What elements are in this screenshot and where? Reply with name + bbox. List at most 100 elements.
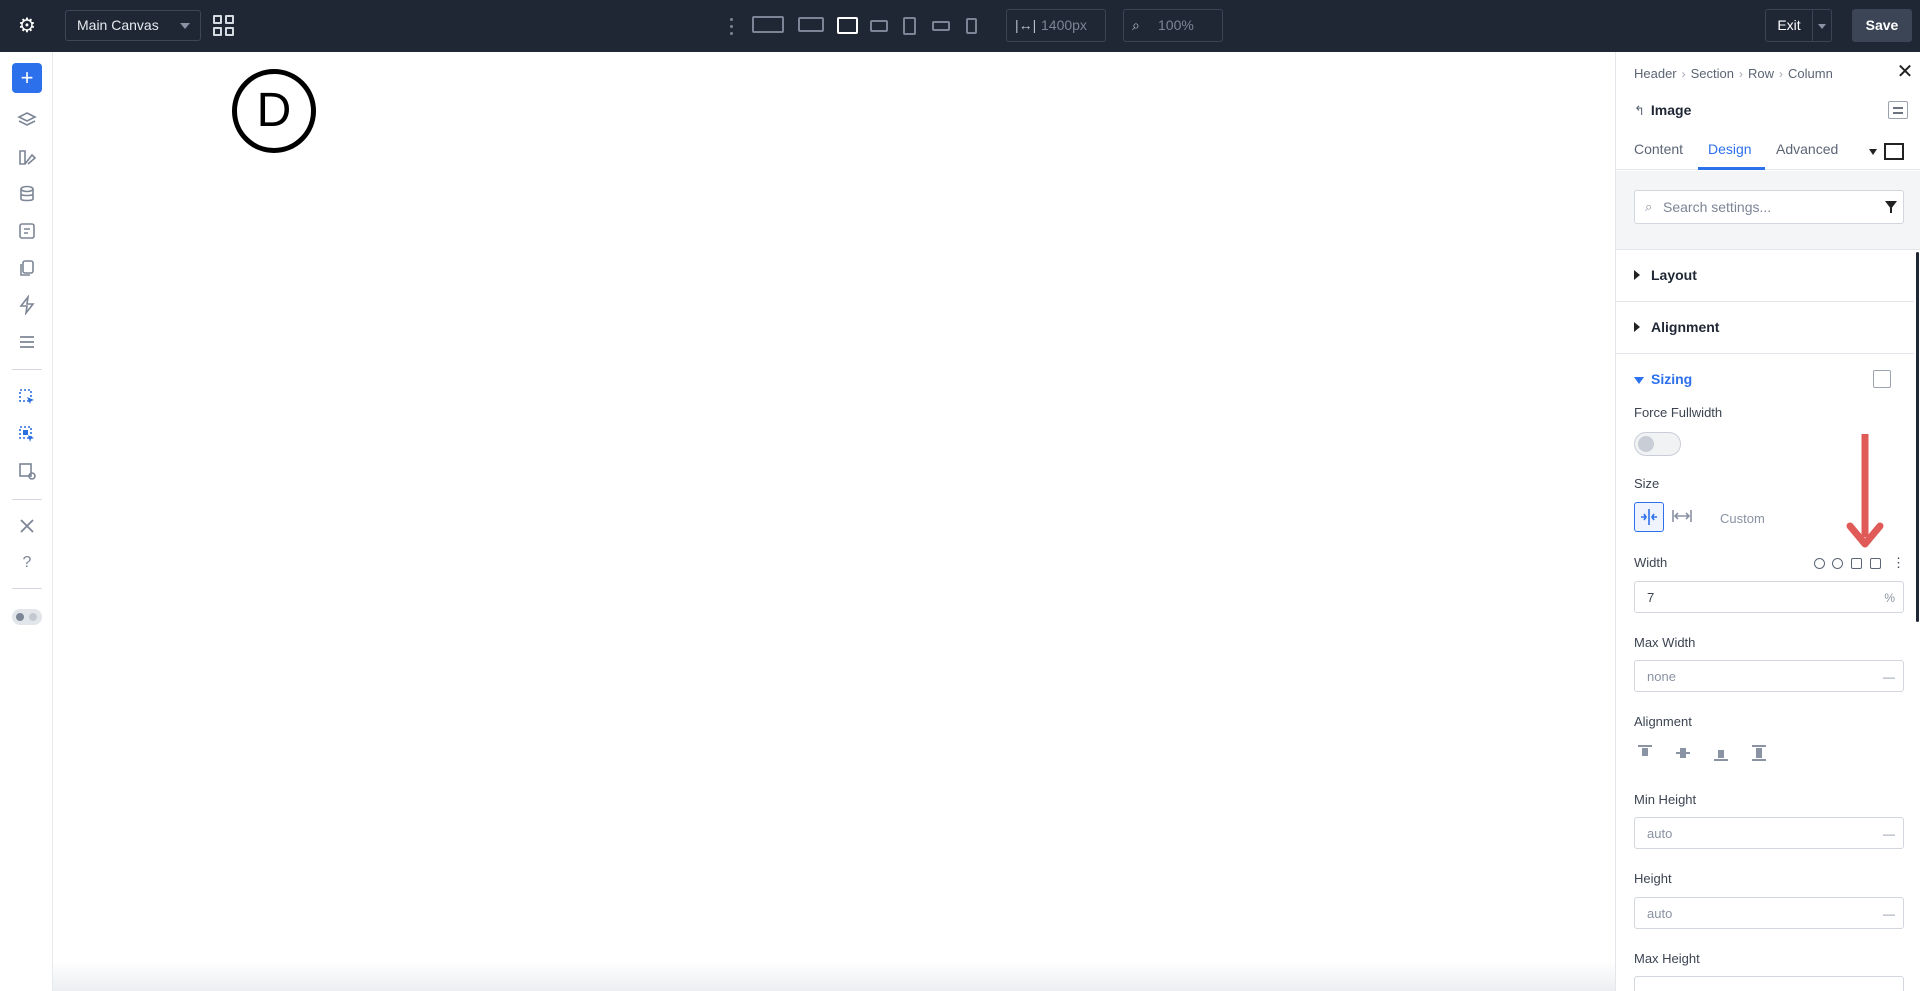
more-vertical-icon[interactable]	[728, 16, 734, 36]
main-canvas[interactable]	[53, 52, 1615, 991]
dynamic-content-icon[interactable]	[1870, 558, 1881, 569]
align-top-icon[interactable]	[1636, 744, 1654, 762]
breadcrumb-item[interactable]: Section	[1691, 66, 1734, 81]
max-width-value: none	[1647, 669, 1676, 684]
toggle-knob	[1638, 436, 1654, 452]
reset-icon[interactable]	[1814, 558, 1825, 569]
list-settings-icon[interactable]	[12, 327, 42, 357]
align-bottom-icon[interactable]	[1712, 744, 1730, 762]
max-width-input[interactable]: none —	[1634, 660, 1904, 692]
chevron-down-icon	[180, 23, 190, 29]
size-custom-option[interactable]: Custom	[1720, 511, 1765, 526]
sidebar-divider	[12, 369, 42, 370]
module-title-label: Image	[1650, 102, 1692, 118]
active-tab-indicator	[1698, 167, 1765, 170]
canvas-selector-dropdown[interactable]: Main Canvas	[65, 10, 201, 41]
group-sizing[interactable]: Sizing	[1616, 354, 1914, 406]
breadcrumb-item[interactable]: Column	[1788, 66, 1833, 81]
height-unit[interactable]: —	[1883, 907, 1895, 921]
breadcrumb-item[interactable]: Row	[1748, 66, 1774, 81]
settings-gear-icon[interactable]: ⚙	[15, 14, 39, 38]
select-element-icon[interactable]	[12, 382, 42, 412]
group-alignment[interactable]: Alignment	[1616, 302, 1914, 354]
desktop-view-icon[interactable]	[798, 15, 824, 37]
search-input[interactable]	[1663, 197, 1863, 217]
min-height-unit[interactable]: —	[1883, 827, 1895, 841]
size-stretch-icon[interactable]	[1668, 502, 1698, 532]
tab-advanced[interactable]: Advanced	[1776, 141, 1838, 157]
align-stretch-icon[interactable]	[1750, 744, 1768, 762]
group-layout[interactable]: Layout	[1616, 250, 1914, 302]
lightning-icon[interactable]	[12, 290, 42, 320]
logo-letter: D	[256, 84, 292, 137]
filter-icon[interactable]	[1885, 201, 1897, 213]
min-height-label: Min Height	[1634, 792, 1697, 807]
canvas-bottom-shadow	[53, 961, 1615, 991]
group-alignment-label: Alignment	[1651, 319, 1720, 335]
layout-grid-icon[interactable]	[213, 15, 235, 37]
tablet-portrait-view-icon[interactable]	[903, 15, 916, 37]
back-arrow-icon[interactable]: ↰	[1634, 103, 1645, 118]
database-icon[interactable]	[12, 179, 42, 209]
align-center-icon[interactable]	[1674, 744, 1692, 762]
exit-options-dropdown[interactable]	[1812, 9, 1832, 42]
panel-options-icon[interactable]	[1888, 101, 1908, 119]
module-title: ↰ Image	[1634, 102, 1691, 119]
phone-portrait-view-icon[interactable]	[966, 15, 977, 37]
tab-content[interactable]: Content	[1634, 141, 1683, 157]
desktop-xl-view-icon[interactable]	[752, 15, 784, 37]
save-button[interactable]: Save	[1852, 9, 1912, 42]
chevron-down-icon	[1818, 24, 1826, 29]
search-icon: ⌕	[1645, 199, 1653, 214]
zoom-search-icon: ⌕	[1132, 17, 1140, 33]
add-module-button[interactable]: +	[12, 63, 42, 93]
tablet-landscape-view-icon[interactable]	[870, 15, 888, 37]
panel-scrollbar[interactable]	[1916, 252, 1919, 622]
help-question-icon[interactable]: ?	[12, 548, 42, 578]
max-height-input[interactable]	[1634, 976, 1904, 991]
min-height-input[interactable]: auto —	[1634, 817, 1904, 849]
close-icon[interactable]: ✕	[1896, 62, 1914, 82]
force-fullwidth-label: Force Fullwidth	[1634, 405, 1723, 420]
divi-logo-image[interactable]: D	[232, 69, 316, 153]
responsive-icon[interactable]	[1851, 558, 1862, 569]
max-height-label: Max Height	[1634, 951, 1700, 966]
exit-button[interactable]: Exit	[1765, 9, 1813, 42]
annotation-arrow-icon	[1846, 434, 1884, 548]
layers-icon[interactable]	[12, 105, 42, 135]
sidebar-divider	[12, 499, 42, 500]
theme-mode-toggle[interactable]	[12, 609, 42, 625]
info-icon[interactable]	[1832, 558, 1843, 569]
zoom-field[interactable]: ⌕ 100%	[1123, 9, 1223, 42]
more-options-icon[interactable]: ⋮	[1892, 555, 1905, 571]
page-preview-icon[interactable]	[12, 456, 42, 486]
width-value: 7	[1647, 590, 1655, 605]
group-options-icon[interactable]	[1873, 370, 1891, 388]
width-label: Width	[1634, 555, 1668, 570]
width-input[interactable]: 7 %	[1634, 581, 1904, 613]
breadcrumb-item[interactable]: Header	[1634, 66, 1677, 81]
caret-down-icon[interactable]	[1869, 149, 1877, 155]
layout-library-icon[interactable]	[12, 216, 42, 246]
force-fullwidth-toggle[interactable]	[1634, 432, 1681, 456]
max-width-unit[interactable]: —	[1883, 670, 1895, 684]
width-unit[interactable]: %	[1884, 591, 1895, 605]
multi-select-icon[interactable]	[12, 419, 42, 449]
settings-tabs: Content Design Advanced	[1616, 130, 1920, 170]
pages-copy-icon[interactable]	[12, 253, 42, 283]
max-width-label: Max Width	[1634, 635, 1696, 650]
tab-design[interactable]: Design	[1708, 141, 1752, 157]
settings-search-field[interactable]: ⌕	[1634, 190, 1904, 224]
height-label: Height	[1634, 871, 1672, 886]
expand-panel-icon[interactable]	[1884, 143, 1904, 160]
laptop-view-icon[interactable]	[837, 15, 858, 37]
phone-landscape-view-icon[interactable]	[932, 15, 950, 37]
size-fit-icon[interactable]	[1634, 502, 1664, 532]
group-sizing-label: Sizing	[1651, 371, 1693, 387]
theme-customizer-icon[interactable]	[12, 142, 42, 172]
height-input[interactable]: auto —	[1634, 897, 1904, 929]
tools-icon[interactable]	[12, 511, 42, 541]
canvas-width-value: 1400px	[1041, 17, 1087, 33]
canvas-width-field[interactable]: |↔| 1400px	[1006, 9, 1106, 42]
width-arrows-icon: |↔|	[1015, 17, 1037, 33]
